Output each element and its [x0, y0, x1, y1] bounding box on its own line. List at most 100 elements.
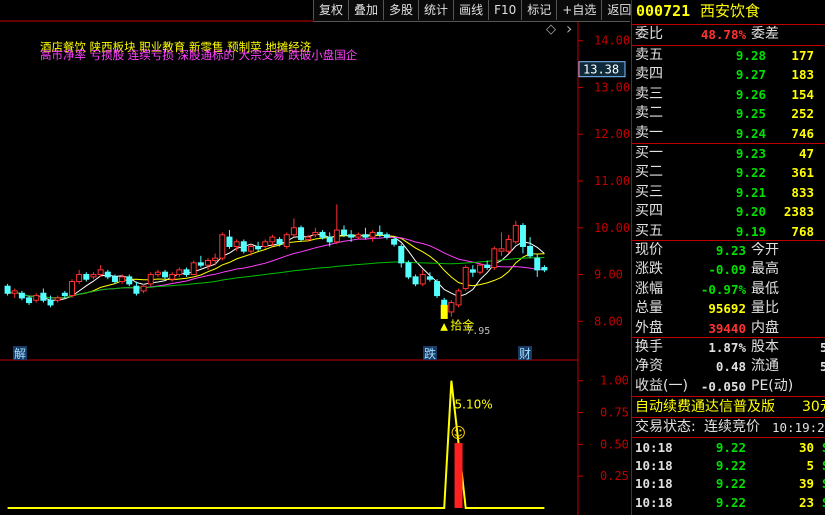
candle-body: [305, 236, 312, 240]
buy-level-row: 买二 9.22 361: [632, 163, 825, 182]
candle-body: [147, 274, 154, 285]
candle-body: [426, 276, 433, 280]
fundamental-value-2: 5: [820, 338, 825, 357]
quote-value: -0.97%: [700, 281, 746, 297]
candle-body: [97, 269, 104, 276]
quote-label: 涨跌: [635, 261, 663, 278]
tick-row: 10:189.225S: [632, 456, 825, 475]
quote-row: 涨跌 -0.09 最高: [632, 260, 825, 279]
candle-body: [527, 245, 534, 257]
candle-body: [212, 257, 219, 262]
sell-price: 9.26: [735, 86, 766, 102]
candle-body: [126, 276, 133, 285]
candle-body: [219, 234, 226, 259]
trade-status-value: 连续竞价: [704, 419, 760, 435]
tick-price: 9.22: [715, 494, 746, 510]
tick-time: 10:18: [635, 458, 673, 474]
candle-body: [333, 229, 340, 243]
indicator-percent: 5.10%: [455, 398, 493, 412]
pick-arrow-icon: ▲: [440, 322, 448, 333]
sell-level-label: 卖四: [635, 66, 663, 83]
candle-body: [162, 271, 169, 278]
candle-body: [419, 274, 426, 285]
sell-level-row: 卖三 9.26 154: [632, 85, 825, 104]
fundamental-value-2: 5: [820, 357, 825, 376]
fundamental-label-2: 流通: [751, 358, 779, 375]
quote-label: 现价: [635, 242, 663, 258]
quote-label: 外盘: [635, 319, 663, 336]
price-tick-label: 12.00: [594, 127, 630, 141]
price-tick-label: 9.00: [594, 268, 623, 282]
stock-title: 000721 西安饮食: [632, 2, 825, 22]
tick-time: 10:18: [635, 494, 673, 510]
toolbar-button-1[interactable]: 叠加: [348, 0, 383, 20]
toolbar-button-0[interactable]: 复权: [313, 0, 348, 20]
toolbar-button-6[interactable]: 标记: [521, 0, 556, 20]
price-tick-label: 10.00: [594, 221, 630, 235]
buy-price: 9.21: [735, 184, 766, 200]
quote-label: 涨幅: [635, 280, 663, 297]
toolbar-button-3[interactable]: 统计: [418, 0, 453, 20]
toolbar-button-7[interactable]: +自选: [556, 0, 601, 20]
candle-body: [83, 274, 90, 280]
candle-body: [298, 227, 305, 240]
candle-body: [405, 262, 412, 278]
weibi-row: 委比 48.78% 委差: [632, 25, 825, 44]
ad-banner[interactable]: 自动续费通达信普及版 30元: [632, 398, 825, 417]
diamond-icon[interactable]: ◇: [546, 22, 556, 37]
candle-body: [40, 292, 47, 301]
candle-body: [119, 276, 126, 283]
buy-level-label: 买四: [635, 203, 663, 220]
quote-row: 现价 9.23 今开: [632, 241, 825, 260]
candle-body: [469, 269, 476, 273]
tick-volume: 5: [806, 458, 814, 474]
toolbar-button-5[interactable]: F10: [488, 0, 521, 20]
tick-row: 10:189.2223S: [632, 493, 825, 512]
buy-price: 9.20: [735, 204, 766, 220]
buy-level-row: 买四 9.20 2383: [632, 202, 825, 221]
stock-name: 西安饮食: [700, 2, 761, 20]
quote-value: 39440: [708, 320, 746, 336]
buy-volume: 833: [791, 184, 814, 200]
quote-label-2: 内盘: [751, 319, 779, 336]
ad-price: 30元: [802, 399, 825, 415]
buy-level-row: 买三 9.21 833: [632, 183, 825, 202]
event-marker: 财: [519, 347, 531, 361]
buy-level-row: 买五 9.19 768: [632, 222, 825, 241]
toolbar-button-4[interactable]: 画线: [453, 0, 488, 20]
candle-body: [54, 297, 61, 301]
buy-level-label: 买三: [635, 183, 663, 200]
quote-value: 95692: [708, 301, 746, 317]
indicator-bar: [454, 443, 463, 508]
candle-body: [140, 285, 147, 292]
sell-level-label: 卖二: [635, 105, 663, 122]
quote-row: 外盘 39440 内盘: [632, 319, 825, 338]
buy-level-label: 买一: [635, 145, 663, 161]
quote-value: -0.09: [708, 262, 746, 278]
ad-text: 自动续费通达信普及版: [635, 399, 775, 415]
price-tick-label: 14.00: [594, 34, 630, 48]
sell-price: 9.25: [735, 106, 766, 122]
candle-body: [455, 290, 462, 306]
quote-label-2: 最低: [751, 280, 779, 297]
candle-body: [434, 281, 441, 297]
candle-body: [362, 234, 369, 238]
indicator-tick-label: 0.50: [600, 437, 629, 451]
sell-volume: 177: [791, 48, 814, 63]
candle-body: [262, 241, 269, 247]
quote-row: 总量 95692 量比: [632, 299, 825, 318]
candle-body: [383, 234, 390, 238]
candle-body: [276, 238, 283, 245]
fundamental-label: 换手: [635, 339, 663, 355]
smiley-icon: ☺: [451, 424, 467, 442]
fundamental-value: 1.87%: [708, 340, 746, 355]
candle-body: [204, 260, 212, 266]
candle-body: [412, 276, 419, 285]
sell-level-label: 卖五: [635, 47, 663, 63]
tick-volume: 39: [798, 476, 814, 492]
candle-body: [247, 245, 254, 252]
candle-body: [90, 274, 97, 278]
candle-body: [348, 234, 355, 238]
toolbar-button-2[interactable]: 多股: [383, 0, 418, 20]
kline-chart[interactable]: 14.0013.0012.0011.0010.009.008.0013.38拾金…: [0, 0, 630, 515]
